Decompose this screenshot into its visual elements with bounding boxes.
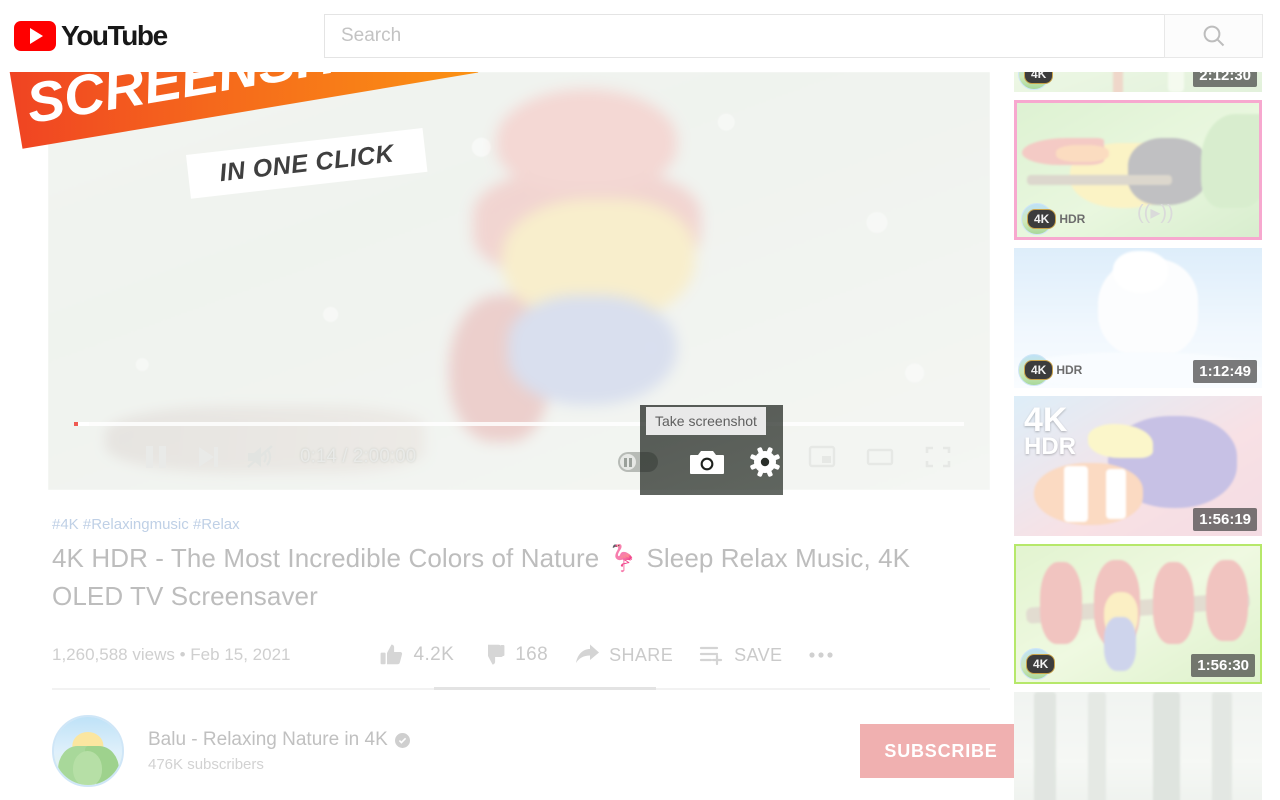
thumbs-up-icon — [380, 644, 402, 665]
more-actions-button[interactable] — [808, 650, 834, 660]
next-video-button[interactable] — [182, 436, 234, 478]
save-button[interactable]: SAVE — [699, 643, 782, 667]
progress-track — [74, 422, 964, 426]
next-track-icon — [199, 447, 218, 467]
channel-info: Balu - Relaxing Nature in 4K 476K subscr… — [148, 729, 410, 773]
theater-mode-button[interactable] — [854, 436, 906, 478]
search-bar — [324, 14, 1263, 58]
progress-played — [74, 422, 79, 426]
youtube-watch-page: 0:14 / 2:00:00 Take screenshot IN ONE CL… — [0, 0, 1280, 800]
miniplayer-icon — [808, 445, 836, 468]
video-title: 4K HDR - The Most Incredible Colors of N… — [52, 543, 911, 611]
volume-muted-icon — [247, 445, 273, 468]
channel-avatar[interactable] — [52, 715, 124, 787]
publish-date: Feb 15, 2021 — [190, 645, 291, 664]
sidebar-thumb-3[interactable]: 4K HDR 1:56:19 — [1014, 396, 1280, 536]
meta-divider-highlight — [434, 687, 656, 690]
share-label: SHARE — [609, 644, 674, 665]
miniplayer-button[interactable] — [796, 436, 848, 478]
youtube-wordmark: YouTube — [61, 20, 168, 51]
theater-mode-icon — [866, 448, 894, 466]
fullscreen-icon — [925, 446, 951, 468]
thumbs-down-icon — [488, 644, 505, 665]
channel-name-row[interactable]: Balu - Relaxing Nature in 4K — [148, 729, 410, 751]
video-action-buttons: 4.2K 168 SHARE SAVE — [379, 642, 861, 668]
share-arrow-icon — [576, 644, 600, 663]
like-count: 4.2K — [413, 644, 455, 665]
sidebar-thumb-2[interactable]: 4K HDR 1:12:49 — [1014, 248, 1280, 388]
hashtag-2[interactable]: #Relax — [193, 516, 240, 533]
hashtag-list[interactable]: #4K #Relaxingmusic #Relax — [52, 516, 990, 533]
recommended-videos-sidebar: 4K 2:12:30 4K HDR ((▸)) 4K HDR 1:12:49 4… — [1014, 60, 1280, 800]
player-controls: 0:14 / 2:00:00 — [48, 394, 990, 490]
progress-bar[interactable] — [74, 422, 964, 426]
video-player[interactable]: 0:14 / 2:00:00 — [48, 72, 990, 490]
thumb-duration-3: 1:56:19 — [1193, 508, 1257, 531]
view-count: 1,260,588 views — [52, 645, 175, 664]
subscribe-button[interactable]: SUBSCRIBE — [860, 724, 1022, 778]
gear-icon — [750, 447, 780, 477]
save-to-playlist-icon — [700, 646, 723, 666]
hashtag-0[interactable]: #4K — [52, 516, 79, 533]
youtube-logo[interactable]: YouTube — [14, 20, 168, 52]
live-broadcast-icon: ((▸)) — [1137, 202, 1174, 224]
quality-badge-4: 4K — [1026, 654, 1056, 674]
search-input[interactable] — [324, 14, 1164, 58]
verified-check-icon — [394, 732, 410, 748]
hashtag-1[interactable]: #Relaxingmusic — [83, 516, 189, 533]
dislike-count: 168 — [515, 644, 549, 665]
video-stats-row: 1,260,588 views • Feb 15, 2021 4.2K 168 — [52, 632, 990, 678]
channel-row: Balu - Relaxing Nature in 4K 476K subscr… — [52, 712, 990, 790]
view-count-and-date: 1,260,588 views • Feb 15, 2021 — [52, 645, 291, 665]
like-button[interactable]: 4.2K — [379, 642, 455, 668]
mute-button[interactable] — [234, 436, 286, 478]
settings-button[interactable] — [744, 442, 786, 482]
share-button[interactable]: SHARE — [574, 643, 673, 667]
quality-badge-1: 4K HDR — [1027, 209, 1085, 229]
time-display: 0:14 / 2:00:00 — [300, 446, 417, 467]
search-icon — [1203, 25, 1224, 47]
top-navigation-bar: YouTube — [0, 0, 1280, 72]
save-label: SAVE — [734, 644, 783, 665]
quality-badge-2: 4K HDR — [1024, 360, 1082, 380]
pause-button[interactable] — [130, 436, 182, 478]
video-meta: #4K #Relaxingmusic #Relax 4K HDR - The M… — [52, 516, 990, 615]
search-button[interactable] — [1164, 14, 1263, 58]
camera-icon — [690, 451, 724, 474]
stats-separator: • — [179, 645, 186, 664]
take-screenshot-button[interactable] — [686, 442, 728, 482]
pause-icon — [146, 446, 166, 468]
youtube-play-icon — [14, 21, 56, 51]
sidebar-thumb-1[interactable]: 4K HDR ((▸)) — [1014, 100, 1280, 240]
sidebar-thumb-4[interactable]: 4K 1:56:30 — [1014, 544, 1280, 684]
player-left-controls: 0:14 / 2:00:00 — [130, 436, 416, 478]
thumb-duration-4: 1:56:30 — [1191, 654, 1255, 677]
screenshot-tooltip: Take screenshot — [646, 407, 766, 435]
more-horizontal-icon — [809, 652, 834, 658]
sidebar-thumb-5[interactable] — [1014, 692, 1280, 800]
dislike-button[interactable]: 168 — [480, 642, 548, 668]
thumb-4k-hdr-overlay-3: 4K HDR — [1024, 401, 1076, 461]
player-right-controls — [796, 436, 964, 478]
fullscreen-button[interactable] — [912, 436, 964, 478]
channel-name: Balu - Relaxing Nature in 4K — [148, 729, 388, 750]
subscriber-count: 476K subscribers — [148, 756, 264, 773]
progress-buffer — [78, 422, 90, 426]
thumb-duration-2: 1:12:49 — [1193, 360, 1257, 383]
